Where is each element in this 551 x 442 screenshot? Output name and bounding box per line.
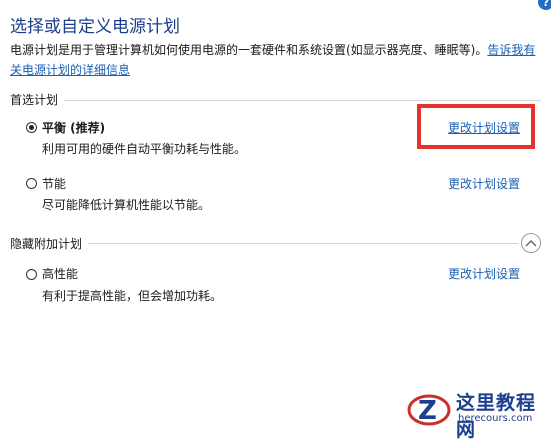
intro-paragraph: 电源计划是用于管理计算机如何使用电源的一套硬件和系统设置(如显示器亮度、睡眠等)… — [10, 40, 540, 80]
chevron-up-icon — [525, 239, 537, 247]
help-icon[interactable]: ? — [538, 0, 551, 10]
high-performance-radio[interactable] — [26, 269, 37, 280]
collapse-hidden-plans-button[interactable] — [521, 233, 541, 253]
hidden-group-label[interactable]: 隐藏附加计划 — [10, 235, 89, 252]
watermark-logo-icon: Z — [407, 394, 451, 426]
balanced-plan-name[interactable]: 平衡 (推荐) — [42, 119, 105, 136]
intro-text: 电源计划是用于管理计算机如何使用电源的一套硬件和系统设置(如显示器亮度、睡眠等)… — [10, 43, 488, 57]
preferred-group-divider — [10, 100, 541, 101]
power-saver-change-settings-link[interactable]: 更改计划设置 — [448, 175, 520, 192]
high-performance-plan-description: 有利于提高性能，但会增加功耗。 — [42, 289, 223, 303]
high-performance-plan-name[interactable]: 高性能 — [42, 265, 78, 282]
power-saver-plan-description: 尽可能降低计算机性能以节能。 — [42, 198, 211, 212]
balanced-plan-description: 利用可用的硬件自动平衡功耗与性能。 — [42, 142, 247, 156]
preferred-group-label: 首选计划 — [10, 91, 65, 108]
high-performance-change-settings-link[interactable]: 更改计划设置 — [448, 265, 520, 282]
svg-text:Z: Z — [418, 396, 437, 426]
power-saver-plan-name[interactable]: 节能 — [42, 175, 66, 192]
highlight-annotation-box — [417, 104, 535, 149]
balanced-radio[interactable] — [26, 122, 37, 133]
watermark-domain: herecours.com — [458, 413, 533, 424]
page-title: 选择或自定义电源计划 — [10, 17, 180, 37]
power-saver-radio[interactable] — [26, 178, 37, 189]
